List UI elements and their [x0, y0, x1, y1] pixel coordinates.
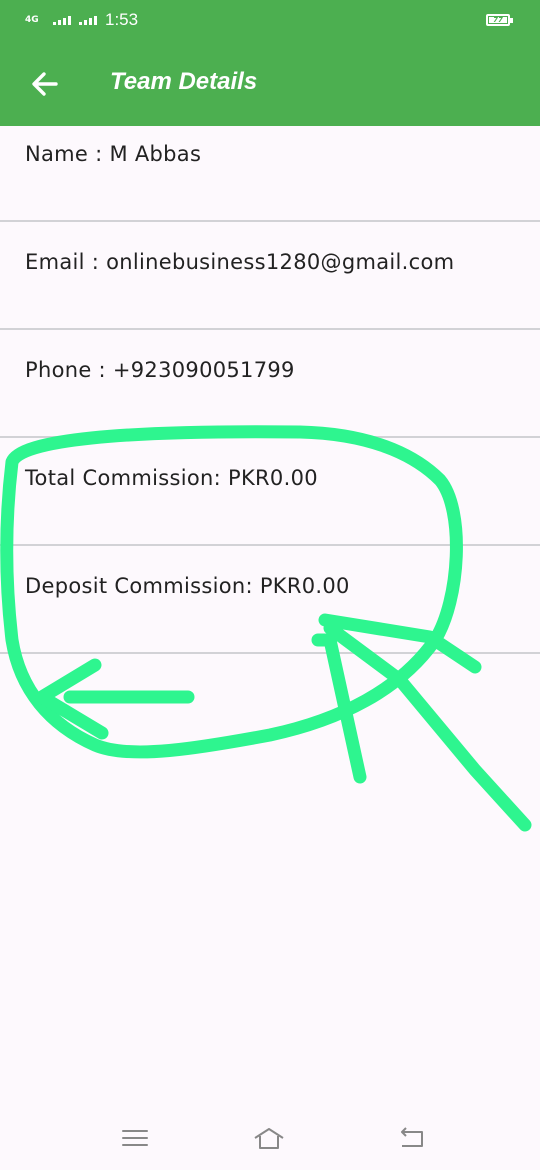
annotation-arrow-left	[35, 658, 195, 740]
status-bar: 4G 1:53 77	[0, 0, 540, 44]
home-icon[interactable]	[252, 1124, 286, 1152]
detail-email-text: Email : onlinebusiness1280@gmail.com	[25, 250, 455, 274]
back-icon[interactable]	[396, 1124, 430, 1152]
detail-row-deposit-commission: Deposit Commission: PKR0.00	[0, 547, 540, 654]
detail-row-name: Name : M Abbas	[0, 115, 540, 222]
arrow-left-icon[interactable]	[26, 64, 66, 104]
detail-total-commission-text: Total Commission: PKR0.00	[25, 466, 318, 490]
signal-icon	[53, 15, 71, 25]
detail-row-total-commission: Total Commission: PKR0.00	[0, 439, 540, 546]
signal-2-icon	[79, 15, 97, 25]
detail-row-email: Email : onlinebusiness1280@gmail.com	[0, 223, 540, 330]
page-title: Team Details	[110, 68, 258, 95]
detail-deposit-commission-text: Deposit Commission: PKR0.00	[25, 574, 350, 598]
system-nav-bar	[0, 1108, 540, 1170]
battery-level: 77	[489, 17, 507, 24]
network-4g-icon: 4G	[25, 15, 39, 25]
detail-phone-text: Phone : +923090051799	[25, 358, 295, 382]
status-time: 1:53	[105, 10, 139, 29]
app-bar: Team Details	[0, 44, 540, 126]
detail-name-text: Name : M Abbas	[25, 142, 202, 166]
battery-icon: 77	[486, 14, 513, 26]
menu-icon[interactable]	[118, 1124, 152, 1152]
detail-row-phone: Phone : +923090051799	[0, 331, 540, 438]
